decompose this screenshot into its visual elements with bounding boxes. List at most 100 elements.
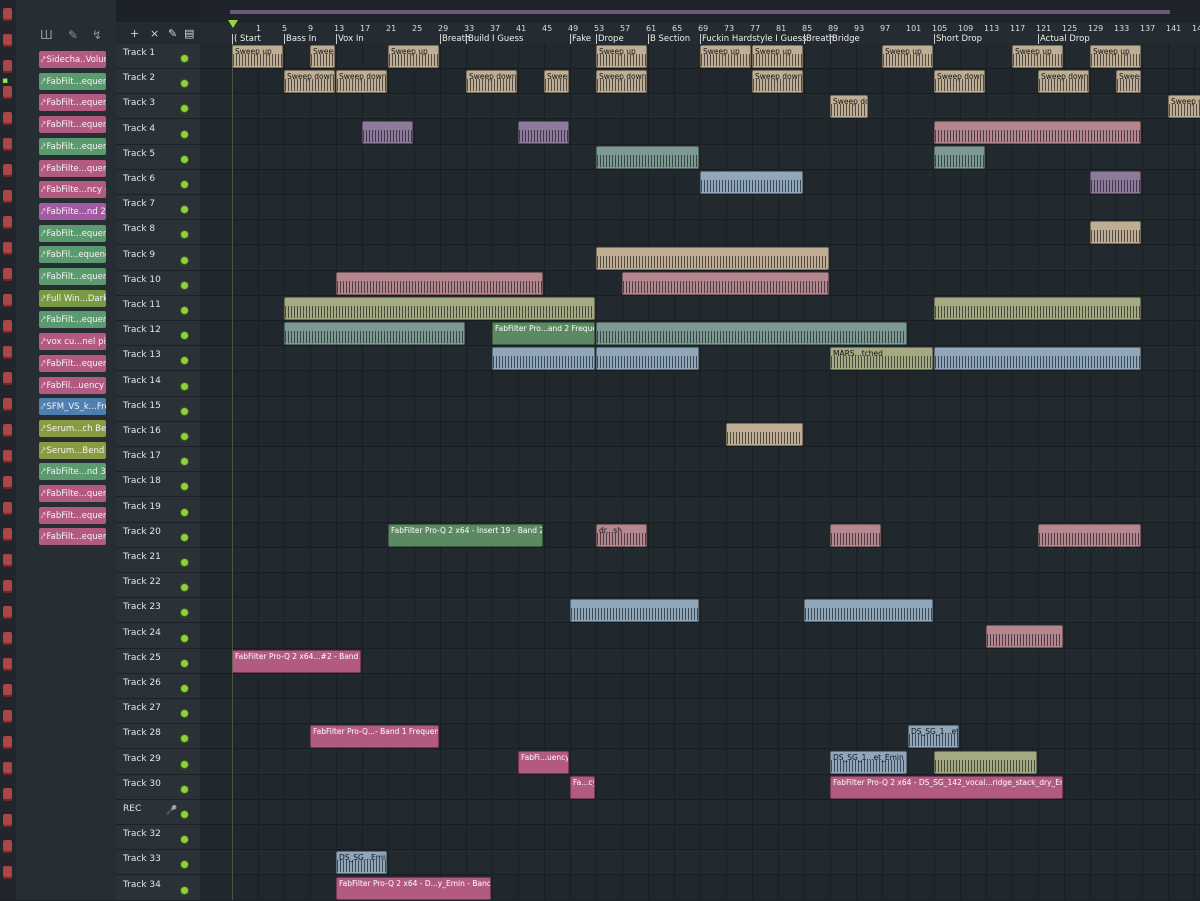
track-header-item[interactable]: Track 13	[116, 346, 200, 372]
clip-source-item[interactable]: ⤤Full Win...Darken	[39, 289, 106, 307]
audio-clip[interactable]: Sweep down	[284, 70, 335, 94]
strip-button[interactable]	[3, 710, 12, 723]
strip-button[interactable]	[3, 632, 12, 645]
track-enable-led[interactable]	[181, 433, 188, 440]
track-enable-led[interactable]	[181, 836, 188, 844]
track-enable-led[interactable]	[181, 55, 188, 62]
automation-clip[interactable]: FabFilter Pro-Q 2 x64...#2 - Band 1 Freq…	[232, 649, 361, 673]
strip-button[interactable]	[3, 242, 12, 255]
playlist-arrangement[interactable]: Sweep up Sweep up Sweep up Sweep up Sweep up…	[200, 44, 1200, 900]
track-header-item[interactable]: Track 23	[116, 598, 200, 624]
strip-button[interactable]	[3, 554, 12, 567]
audio-clip[interactable]	[934, 297, 1141, 320]
timeline-marker[interactable]: Actual Drop	[1040, 34, 1090, 44]
track-header-item[interactable]: Track 1	[116, 44, 200, 69]
track-enable-led[interactable]	[181, 685, 188, 692]
strip-button[interactable]	[3, 736, 12, 749]
automation-clip[interactable]: FabFilter Pro-Q 2 x64 - Insert 19 - Band…	[388, 523, 543, 547]
track-header-item[interactable]: Track 7	[116, 195, 200, 221]
track-enable-led[interactable]	[181, 181, 188, 188]
audio-clip[interactable]: Sweep down	[336, 70, 387, 94]
strip-button[interactable]	[3, 112, 12, 125]
audio-clip[interactable]: Sweep down	[596, 70, 647, 94]
timeline-ruler[interactable]: 1 5 9 13 17 21 25 29 33 37 41 45 49 53 57 61 65 69 73 77 81 8…	[200, 22, 1200, 45]
strip-button[interactable]	[3, 138, 12, 151]
clip-source-item[interactable]: ⤤FabFilt...equency	[39, 94, 106, 112]
track-enable-led[interactable]	[181, 155, 188, 163]
clip-source-item[interactable]: ⤤Serum...Bend #2	[39, 441, 106, 459]
clip-source-item[interactable]: ⤤FabFilte...ncy #2	[39, 181, 106, 199]
audio-clip[interactable]: Sweep up	[1012, 45, 1063, 68]
audio-clip[interactable]	[596, 322, 907, 346]
clip-source-item[interactable]: ⤤FabFilte...quency	[39, 159, 106, 177]
audio-clip[interactable]	[726, 423, 803, 446]
clip-source-item[interactable]: ⤤SFM_VS_k...Freq	[39, 398, 106, 416]
strip-button[interactable]	[3, 866, 12, 879]
track-header-item[interactable]: Track 22	[116, 573, 200, 599]
strip-button[interactable]	[3, 216, 12, 229]
audio-clip[interactable]	[596, 347, 699, 371]
track-enable-led[interactable]	[181, 861, 188, 869]
clip-source-item[interactable]: ⤤FabFilt...equency	[39, 354, 106, 372]
track-header-item[interactable]: Track 27	[116, 699, 200, 725]
clip-source-item[interactable]: ⤤FabFilt...equency	[39, 311, 106, 329]
track-header-item[interactable]: Track 34	[116, 876, 200, 901]
clip-source-icon[interactable]: Ш	[40, 28, 53, 42]
clip-source-item[interactable]: ⤤FabFilte...nd 2 Q	[39, 202, 106, 220]
track-header-item[interactable]: Track 25	[116, 649, 200, 674]
automation-clip[interactable]: FabFilter Pro...and 2 Frequency	[492, 322, 595, 346]
clip-source-item[interactable]: ⤤FabFilt...equency	[39, 224, 106, 242]
audio-clip[interactable]	[284, 297, 595, 320]
audio-clip[interactable]	[284, 322, 465, 346]
track-header-item[interactable]: Track 10	[116, 271, 200, 296]
track-enable-led[interactable]	[181, 307, 188, 314]
clip-source-item[interactable]: ⤤FabFilt...equency	[39, 528, 106, 546]
track-header-item[interactable]: Track 15	[116, 397, 200, 422]
track-enable-led[interactable]	[181, 533, 188, 541]
clip-source-item[interactable]: ⤤FabFil...uency #2	[39, 376, 106, 394]
strip-button[interactable]	[3, 372, 12, 385]
strip-button[interactable]	[3, 606, 12, 619]
track-header-item[interactable]: Track 24	[116, 624, 200, 649]
audio-clip[interactable]	[596, 145, 699, 169]
timeline-marker[interactable]: Short Drop	[936, 34, 982, 44]
audio-clip[interactable]	[934, 347, 1141, 371]
audio-clip[interactable]	[336, 271, 543, 295]
audio-clip[interactable]: Sweep up	[232, 45, 283, 68]
timeline-marker[interactable]: Vox In	[338, 34, 364, 44]
close-icon[interactable]: ×	[150, 27, 159, 40]
track-header-item[interactable]: Track 8	[116, 220, 200, 246]
audio-clip[interactable]: DS_SG_1...et_Emin	[830, 750, 907, 774]
track-enable-led[interactable]	[181, 811, 188, 818]
microphone-icon[interactable]: 🎤	[166, 806, 177, 816]
automation-clip[interactable]: FabFilter Pro-Q...- Band 1 Frequency	[310, 725, 439, 749]
audio-clip[interactable]: Sweep up	[388, 45, 439, 68]
track-header-item[interactable]: Track 30	[116, 775, 200, 800]
clip-source-item[interactable]: ⤤vox cu...nel pitch	[39, 333, 106, 351]
audio-clip[interactable]	[830, 523, 881, 547]
strip-button[interactable]	[3, 320, 12, 333]
track-enable-led[interactable]	[181, 735, 188, 743]
clip-source-item[interactable]: ⤤FabFilte...nd 3 Q	[39, 463, 106, 481]
automation-clip[interactable]: Fa...cy	[570, 775, 595, 799]
track-enable-led[interactable]	[181, 710, 188, 718]
track-header-item[interactable]: Track 2	[116, 69, 200, 95]
track-header-item[interactable]: Track 17	[116, 447, 200, 473]
timeline-marker[interactable]: Bridge	[832, 34, 860, 44]
timeline-marker[interactable]: ( Start	[234, 34, 261, 44]
audio-clip[interactable]: Sweep down	[934, 70, 985, 94]
strip-button[interactable]	[3, 86, 12, 99]
audio-clip[interactable]: Sweep up	[1090, 45, 1141, 68]
track-enable-led[interactable]	[181, 382, 188, 390]
audio-clip[interactable]: Sweep down	[1168, 95, 1200, 119]
draw-tool-icon[interactable]: ✎	[168, 27, 177, 40]
strip-button[interactable]	[3, 190, 12, 203]
strip-button[interactable]	[3, 684, 12, 697]
strip-button[interactable]	[3, 34, 12, 47]
track-header-item[interactable]: Track 4	[116, 120, 200, 145]
track-enable-led[interactable]	[181, 483, 188, 491]
track-enable-led[interactable]	[181, 659, 188, 667]
strip-button[interactable]	[3, 658, 12, 671]
track-enable-led[interactable]	[181, 634, 188, 642]
audio-clip[interactable]: Sweep down	[1116, 70, 1141, 94]
